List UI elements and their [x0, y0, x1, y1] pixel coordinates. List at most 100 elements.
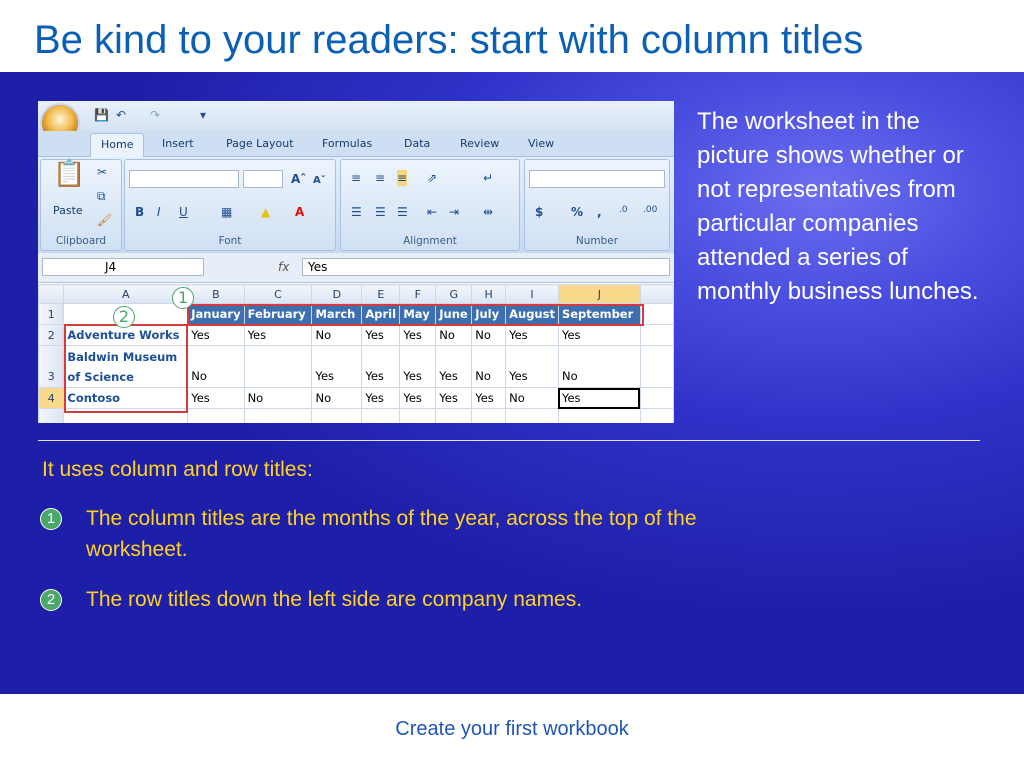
name-box: J4: [42, 258, 204, 276]
customize-toolbar-icon: ▾: [200, 108, 207, 122]
column-header: [639, 284, 674, 304]
cell: Yes: [399, 345, 437, 388]
cell: [639, 387, 674, 409]
cell: [557, 408, 641, 423]
slide-title: Be kind to your readers: start with colu…: [34, 18, 864, 62]
column-header: E: [361, 284, 401, 304]
column-header: C: [243, 284, 313, 304]
cell: No: [435, 324, 473, 346]
point-number: 1: [40, 508, 62, 530]
font-size-combo: [243, 170, 283, 188]
align-middle-icon: ≡: [375, 171, 386, 185]
formula-input: Yes: [302, 258, 670, 276]
ribbon-tabs: Home Insert Page Layout Formulas Data Re…: [38, 131, 674, 158]
cell: [639, 324, 674, 346]
select-all-corner: [38, 284, 65, 304]
decrease-decimal-icon: .00: [643, 205, 658, 215]
comma-icon: ,: [597, 205, 602, 219]
tab-home: Home: [90, 133, 145, 158]
cell: Yes: [311, 345, 363, 388]
cell: No: [471, 345, 507, 388]
cell: [639, 408, 674, 423]
group-number: $ % , .0 .00 Number: [524, 159, 670, 251]
column-header: H: [471, 284, 507, 304]
callout-1: 1: [172, 287, 194, 309]
excel-screenshot: 💾 ↶ ↷ ▾ Home Insert Page Layout Formulas…: [38, 101, 674, 423]
number-format-combo: [529, 170, 665, 188]
cell: Yes: [471, 387, 507, 409]
cell: [243, 408, 313, 423]
tab-formulas: Formulas: [322, 137, 373, 150]
quick-access-toolbar: 💾 ↶ ↷ ▾: [38, 101, 674, 143]
shrink-font-icon: Aˇ: [313, 175, 326, 186]
cell: Yes: [399, 387, 437, 409]
cell: No: [311, 324, 363, 346]
cell: [471, 408, 507, 423]
increase-decimal-icon: .0: [619, 205, 628, 215]
cell: Yes: [435, 387, 473, 409]
point-text: The row titles down the left side are co…: [86, 588, 583, 611]
orientation-icon: ⇗: [427, 171, 438, 185]
cell: Yes: [435, 345, 473, 388]
group-alignment: ≡ ≡ ≡ ⇗ ↵ ☰ ☰ ☰ ⇤ ⇥ ⇹ Alignment: [340, 159, 520, 251]
cell: Yes: [505, 324, 559, 346]
align-center-icon: ☰: [375, 205, 386, 219]
column-header: G: [435, 284, 473, 304]
align-top-icon: ≡: [351, 171, 362, 185]
column-header: B: [187, 284, 245, 304]
cell: [435, 408, 473, 423]
save-icon: 💾: [94, 108, 109, 122]
merge-center-icon: ⇹: [483, 205, 494, 219]
cell: No: [557, 345, 641, 388]
align-bottom-icon: ≡: [397, 170, 408, 186]
borders-icon: ▦: [221, 205, 233, 219]
cell: No: [187, 345, 245, 388]
tab-page-layout: Page Layout: [226, 137, 294, 150]
cell: Yes: [187, 324, 245, 346]
fx-label: fx: [278, 260, 290, 274]
underline-icon: U: [179, 205, 188, 219]
column-header: D: [311, 284, 363, 304]
description-text: The worksheet in the picture shows wheth…: [697, 108, 979, 305]
tab-review: Review: [460, 137, 500, 150]
row-header: 4: [38, 387, 65, 409]
tab-view: View: [528, 137, 555, 150]
paste-label: Paste: [53, 204, 83, 217]
divider: [38, 440, 980, 441]
cell: [505, 408, 559, 423]
cell: No: [311, 387, 363, 409]
copy-icon: ⧉: [97, 189, 106, 203]
row-header: 1: [38, 303, 65, 325]
active-cell: Yes: [557, 387, 641, 409]
cell: No: [471, 324, 507, 346]
grow-font-icon: Aˆ: [291, 172, 307, 186]
cell: Yes: [505, 345, 559, 388]
column-header: A: [63, 284, 189, 304]
cell: Yes: [361, 387, 401, 409]
footer-text: Create your first workbook: [395, 718, 629, 740]
percent-icon: %: [571, 205, 584, 219]
cell: [639, 303, 674, 325]
cell: Yes: [557, 324, 641, 346]
cell: [187, 408, 245, 423]
cell: [399, 408, 437, 423]
group-label-alignment: Alignment: [403, 235, 457, 247]
row-header: [38, 408, 65, 423]
cell: [361, 408, 401, 423]
column-header-row: A B C D E F G H I J: [38, 284, 674, 304]
point-number: 2: [40, 589, 62, 611]
italic-icon: I: [157, 205, 161, 219]
cell: [639, 345, 674, 388]
cell: [311, 408, 363, 423]
wrap-text-icon: ↵: [483, 171, 494, 185]
column-header: F: [399, 284, 437, 304]
column-header: I: [505, 284, 559, 304]
row-titles-highlight: [64, 324, 188, 413]
currency-icon: $: [535, 205, 544, 219]
group-font: Aˆ Aˇ B I U ▦ ▲ A Font: [124, 159, 336, 251]
cell: No: [505, 387, 559, 409]
font-name-combo: [129, 170, 239, 188]
redo-icon: ↷: [150, 108, 161, 122]
undo-icon: ↶: [116, 108, 127, 122]
column-titles-highlight: [187, 304, 644, 326]
